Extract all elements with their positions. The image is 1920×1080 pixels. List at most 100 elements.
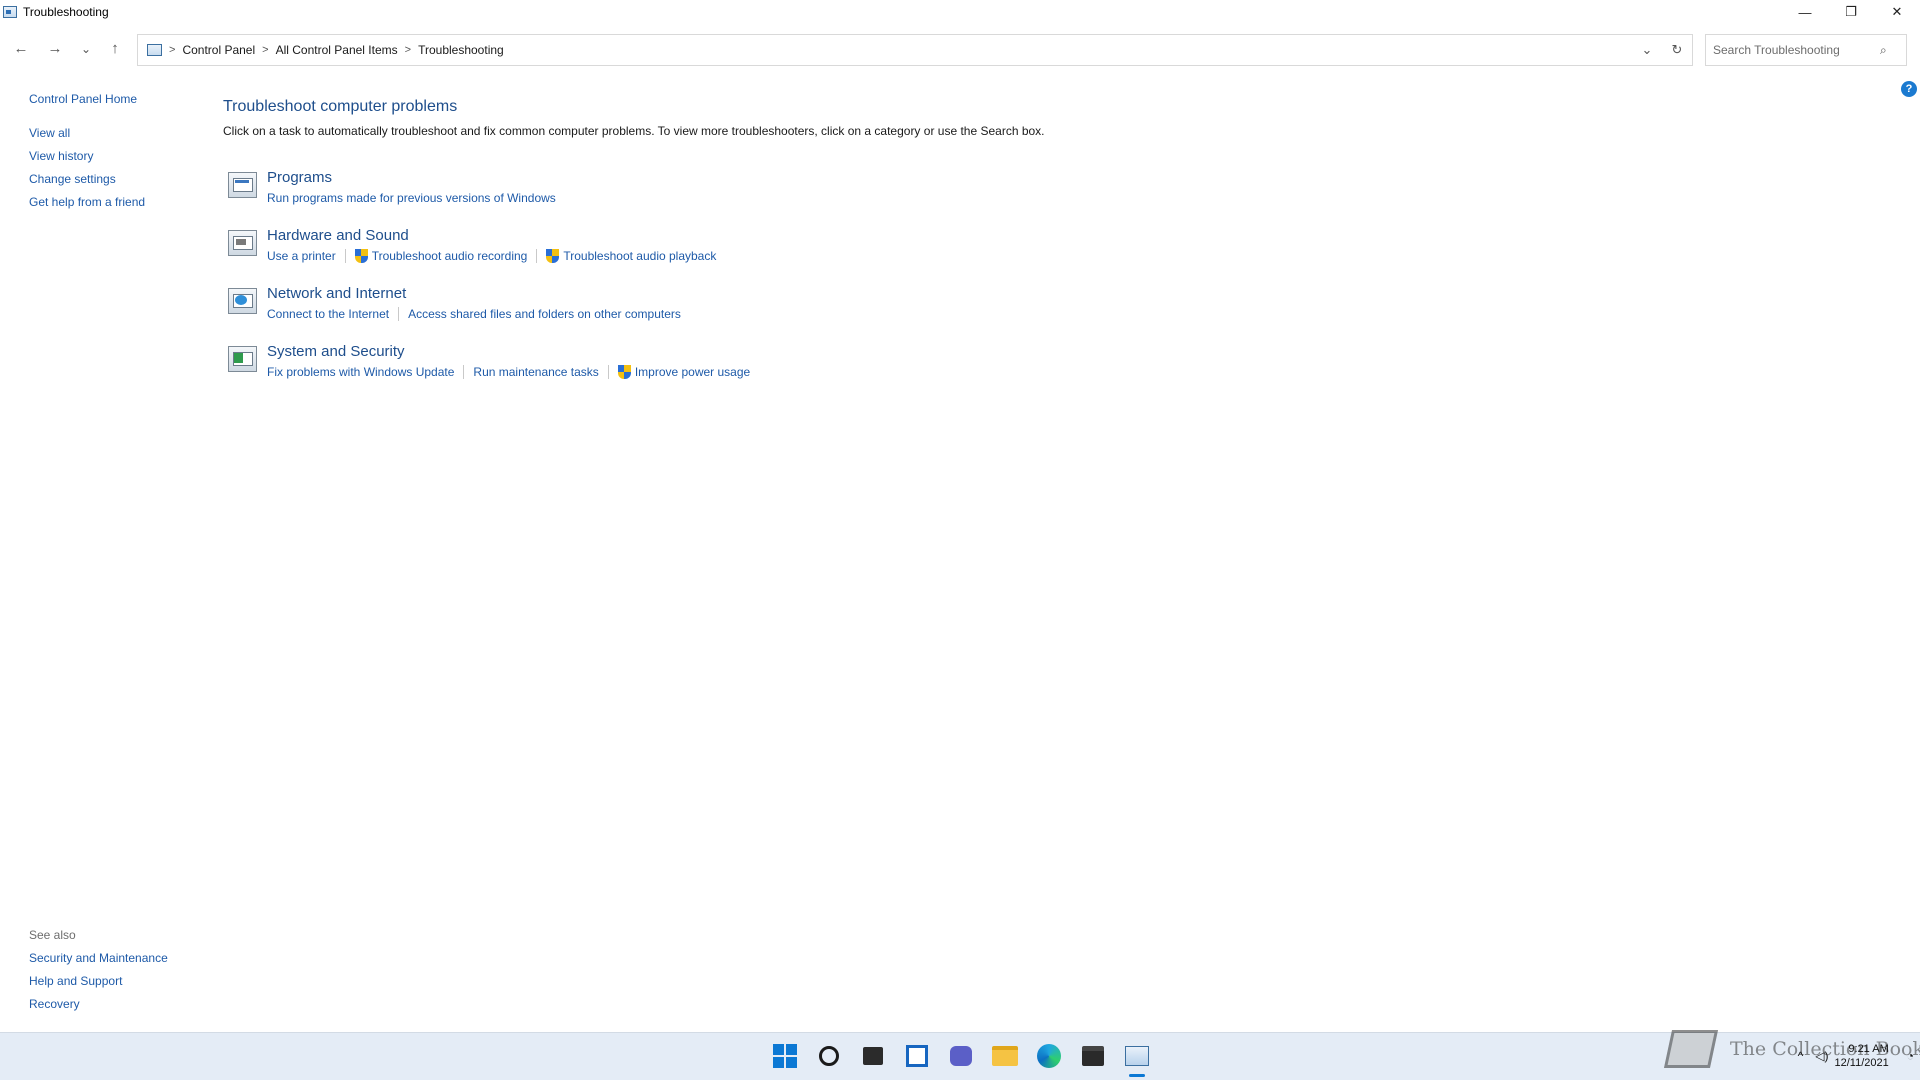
chat-icon: [950, 1046, 972, 1066]
change-settings-link[interactable]: Change settings: [29, 172, 189, 186]
refresh-button[interactable]: ↻: [1662, 42, 1692, 58]
search-box[interactable]: ⌕: [1705, 34, 1907, 66]
hardware-sound-icon[interactable]: [228, 230, 257, 256]
store-button[interactable]: [1079, 1042, 1107, 1070]
left-pane: Control Panel Home View all View history…: [29, 92, 189, 218]
task-run-old-programs[interactable]: Run programs made for previous versions …: [267, 191, 556, 205]
category-system-security: System and Security Fix problems with Wi…: [223, 343, 1823, 401]
search-input[interactable]: [1706, 43, 1876, 57]
task-power-usage[interactable]: Improve power usage: [617, 365, 751, 379]
task-label: Troubleshoot audio recording: [371, 249, 528, 263]
title-bar: Troubleshooting — ❐ ✕: [0, 0, 1920, 24]
security-maintenance-link[interactable]: Security and Maintenance: [29, 951, 168, 965]
task-label: Improve power usage: [634, 365, 751, 379]
speaker-icon[interactable]: ◁): [1815, 1049, 1828, 1063]
task-label: Connect to the Internet: [267, 307, 390, 321]
edge-icon: [1037, 1044, 1061, 1068]
start-icon: [773, 1044, 797, 1068]
control-panel-icon: [3, 6, 17, 18]
search-icon: [819, 1046, 839, 1066]
network-icon[interactable]: [228, 288, 257, 314]
recent-locations-button[interactable]: ⌄: [76, 42, 96, 56]
search-icon[interactable]: ⌕: [1880, 43, 1887, 58]
system-security-icon[interactable]: [228, 346, 257, 372]
category-title-network-internet[interactable]: Network and Internet: [267, 285, 406, 302]
address-actions: ⌄ ↻: [1632, 35, 1692, 65]
back-button[interactable]: ←: [11, 40, 31, 57]
up-button[interactable]: ↑: [105, 40, 125, 57]
taskbar-search-button[interactable]: [815, 1042, 843, 1070]
task-label: Access shared files and folders on other…: [408, 307, 681, 321]
task-list: Run programs made for previous versions …: [267, 191, 556, 205]
restore-button[interactable]: ❐: [1828, 0, 1874, 24]
control-panel-icon: [1125, 1046, 1149, 1066]
task-windows-update[interactable]: Fix problems with Windows Update: [267, 365, 454, 379]
task-list: Use a printer Troubleshoot audio recordi…: [267, 249, 716, 263]
start-button[interactable]: [771, 1042, 799, 1070]
category-programs: Programs Run programs made for previous …: [223, 169, 1823, 227]
chevron-right-icon[interactable]: >: [169, 44, 175, 56]
category-title-hardware-sound[interactable]: Hardware and Sound: [267, 227, 409, 244]
navigation-bar: ← → ⌄ ↑ > Control Panel > All Control Pa…: [0, 34, 1920, 66]
notification-icon[interactable]: ◔: [1907, 1049, 1914, 1063]
task-label: Run maintenance tasks: [473, 365, 599, 379]
help-support-link[interactable]: Help and Support: [29, 974, 168, 988]
chevron-up-icon[interactable]: ^: [1798, 1049, 1804, 1063]
category-title-system-security[interactable]: System and Security: [267, 343, 405, 360]
breadcrumb-troubleshooting[interactable]: Troubleshooting: [418, 43, 504, 57]
widgets-button[interactable]: [903, 1042, 931, 1070]
task-use-printer[interactable]: Use a printer: [267, 249, 336, 263]
chevron-right-icon[interactable]: >: [405, 44, 411, 56]
task-label: Fix problems with Windows Update: [267, 365, 455, 379]
system-tray: ^ ◁) 9:21 AM 12/11/2021 ◔: [1792, 1032, 1920, 1080]
task-divider: [536, 249, 538, 263]
chevron-right-icon[interactable]: >: [262, 44, 268, 56]
address-dropdown-button[interactable]: ⌄: [1632, 42, 1662, 58]
file-explorer-button[interactable]: [991, 1042, 1019, 1070]
shield-icon: [354, 249, 368, 263]
category-hardware-sound: Hardware and Sound Use a printer Trouble…: [223, 227, 1823, 285]
active-app-indicator: [1129, 1074, 1145, 1077]
help-icon[interactable]: ?: [1901, 81, 1917, 97]
task-audio-recording[interactable]: Troubleshoot audio recording: [354, 249, 528, 263]
clock[interactable]: 9:21 AM 12/11/2021: [1835, 1042, 1889, 1070]
view-history-link[interactable]: View history: [29, 149, 189, 163]
minimize-button[interactable]: —: [1782, 0, 1828, 24]
task-audio-playback[interactable]: Troubleshoot audio playback: [546, 249, 716, 263]
shield-icon: [617, 365, 631, 379]
control-panel-home-link[interactable]: Control Panel Home: [29, 92, 189, 106]
category-title-programs[interactable]: Programs: [267, 169, 332, 186]
breadcrumb-control-panel[interactable]: Control Panel: [182, 43, 255, 57]
control-panel-taskbar-button[interactable]: [1123, 1042, 1151, 1070]
window-title: Troubleshooting: [23, 5, 109, 19]
task-divider: [344, 249, 346, 263]
task-maintenance[interactable]: Run maintenance tasks: [473, 365, 598, 379]
book-icon: [1663, 1030, 1719, 1068]
category-list: Programs Run programs made for previous …: [223, 169, 1823, 401]
clock-date: 12/11/2021: [1834, 1057, 1889, 1069]
category-network-internet: Network and Internet Connect to the Inte…: [223, 285, 1823, 343]
breadcrumb-all-items[interactable]: All Control Panel Items: [276, 43, 398, 57]
recovery-link[interactable]: Recovery: [29, 997, 168, 1011]
get-help-from-friend-link[interactable]: Get help from a friend: [29, 195, 189, 209]
edge-button[interactable]: [1035, 1042, 1063, 1070]
task-divider: [607, 365, 609, 379]
task-shared-folders[interactable]: Access shared files and folders on other…: [408, 307, 681, 321]
page-title: Troubleshoot computer problems: [223, 98, 458, 115]
task-view-icon: [863, 1047, 883, 1065]
main-content: Troubleshoot computer problems Click on …: [223, 98, 1823, 401]
task-label: Troubleshoot audio playback: [563, 249, 717, 263]
see-also-title: See also: [29, 928, 76, 942]
close-button[interactable]: ✕: [1874, 0, 1920, 24]
forward-button[interactable]: →: [45, 40, 65, 57]
task-connect-internet[interactable]: Connect to the Internet: [267, 307, 389, 321]
page-description: Click on a task to automatically trouble…: [223, 124, 1045, 138]
chat-button[interactable]: [947, 1042, 975, 1070]
task-divider: [463, 365, 465, 379]
view-all-link[interactable]: View all: [29, 126, 189, 140]
task-view-button[interactable]: [859, 1042, 887, 1070]
clock-time: 9:21 AM: [1848, 1043, 1889, 1055]
shield-icon: [546, 249, 560, 263]
programs-icon[interactable]: [228, 172, 257, 198]
address-bar[interactable]: > Control Panel > All Control Panel Item…: [137, 34, 1693, 66]
